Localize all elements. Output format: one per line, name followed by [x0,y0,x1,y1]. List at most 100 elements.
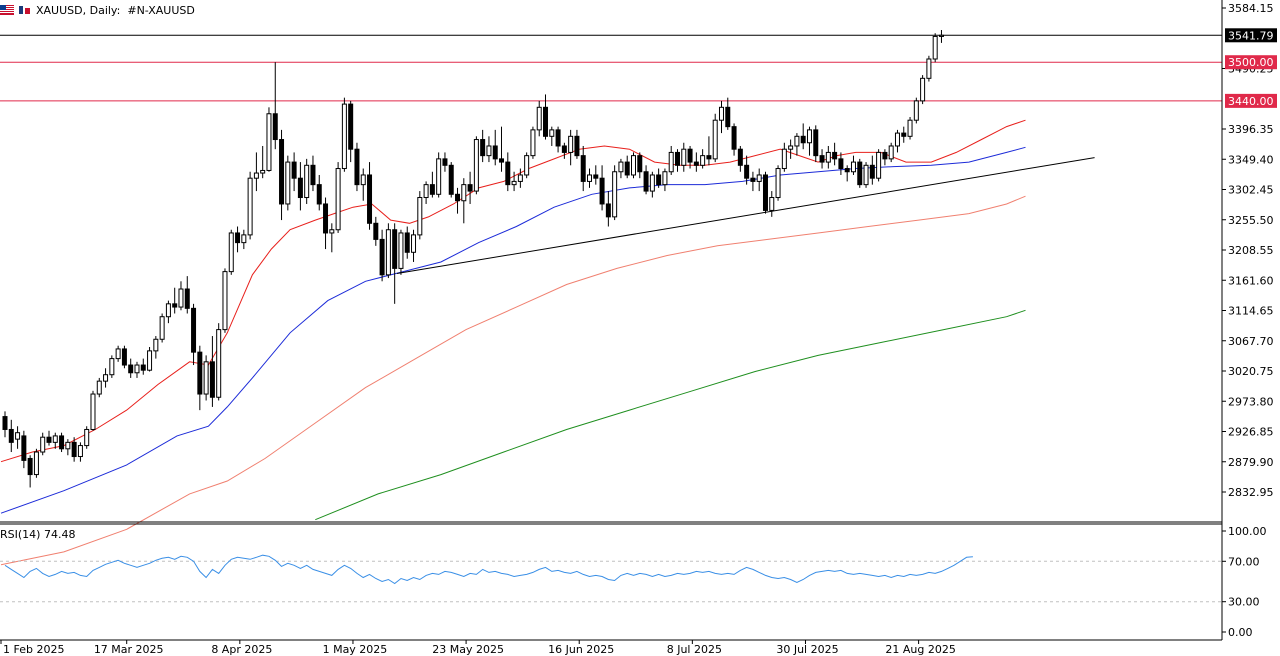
candle [291,152,297,192]
time-tick-label: 8 Apr 2025 [211,643,272,656]
candle-body [40,436,46,453]
candle [203,355,209,401]
candle-body [712,119,718,160]
candle [310,155,316,192]
candle-body [33,451,39,476]
candle [850,155,856,175]
candle-body [341,103,347,170]
candle [612,165,618,221]
candle [618,158,624,179]
candle [266,107,272,172]
price-tick-label: 2973.80 [1228,395,1274,408]
level-price-label: 3500.00 [1228,56,1274,69]
candle-body [115,348,121,360]
candle-body [649,174,655,192]
candle [737,145,743,172]
candle [938,30,944,43]
candle [888,142,894,163]
candle-body [184,288,190,309]
candle-body [480,139,486,157]
candle-body [172,303,178,308]
candle-body [863,164,869,186]
candle [323,197,329,250]
candle [825,145,831,169]
candle-body [674,151,680,166]
candle-body [737,148,743,166]
candle-body [285,161,291,205]
candle [693,152,699,172]
price-tick-label: 3161.60 [1228,274,1274,287]
candle-body [624,161,630,176]
candle [197,345,203,411]
candle [517,168,523,188]
candle [442,152,448,172]
candle-body [631,155,636,176]
candle-body [888,145,894,160]
candle-body [235,232,241,244]
candle-body [279,139,285,205]
candle-body [354,148,360,186]
candle [253,152,259,192]
time-tick-label: 17 Mar 2025 [94,643,164,656]
candle [781,142,787,172]
candlestick-icon [19,6,30,14]
chart-header: XAUUSD, Daily: #N-XAUUSD [0,2,195,18]
candle [681,142,687,172]
candle [643,165,649,195]
candle-body [329,229,335,234]
candle [260,145,266,179]
candle-body [442,158,448,166]
candle-body [876,151,882,179]
price-tick-label: 3396.35 [1228,123,1274,136]
price-tick-label: 2832.95 [1228,486,1274,499]
candle-body [756,174,762,182]
candle-body [800,135,806,144]
candle-body [291,161,297,179]
rsi-line [4,554,973,585]
candle-body [844,168,850,173]
candle-body [920,77,926,102]
candle-body [379,238,385,276]
candle [762,171,768,214]
candle-body [813,129,819,157]
candle [96,377,102,398]
candle-body [549,129,555,137]
candle-body [147,350,153,371]
candle [574,129,580,159]
candle-body [253,172,259,179]
price-tick-label: 3584.15 [1228,2,1274,15]
candle-body [524,155,530,176]
candle [241,229,247,250]
candle-body [605,203,611,218]
candle-body [59,435,65,450]
candle [184,276,190,314]
candle [901,126,907,143]
candle [800,123,806,150]
level-price-label: 3440.00 [1228,95,1274,108]
candle [165,300,171,324]
candle-body [103,374,109,382]
candle-body [153,338,159,352]
candle-body [530,129,536,157]
candle-body [587,174,593,182]
candle-body [140,364,146,371]
candle-body [304,164,310,199]
candle [209,336,215,407]
candle [65,439,71,456]
moving-average-line [0,195,1026,566]
candle [235,226,241,253]
candle-body [272,113,278,141]
candle-body [178,288,184,308]
price-tick-label: 3114.65 [1228,305,1274,318]
candle-body [2,416,8,430]
time-tick-label: 8 Jul 2025 [667,643,722,656]
candle [109,355,115,378]
chart-canvas[interactable]: 3584.153490.253396.353349.403302.453255.… [0,0,1280,656]
candle [869,155,875,185]
candle-body [348,103,354,150]
candle-body [323,203,329,234]
candle [587,168,593,188]
candle [668,145,674,175]
time-tick-label: 16 Jun 2025 [548,643,614,656]
candle-body [335,168,341,231]
